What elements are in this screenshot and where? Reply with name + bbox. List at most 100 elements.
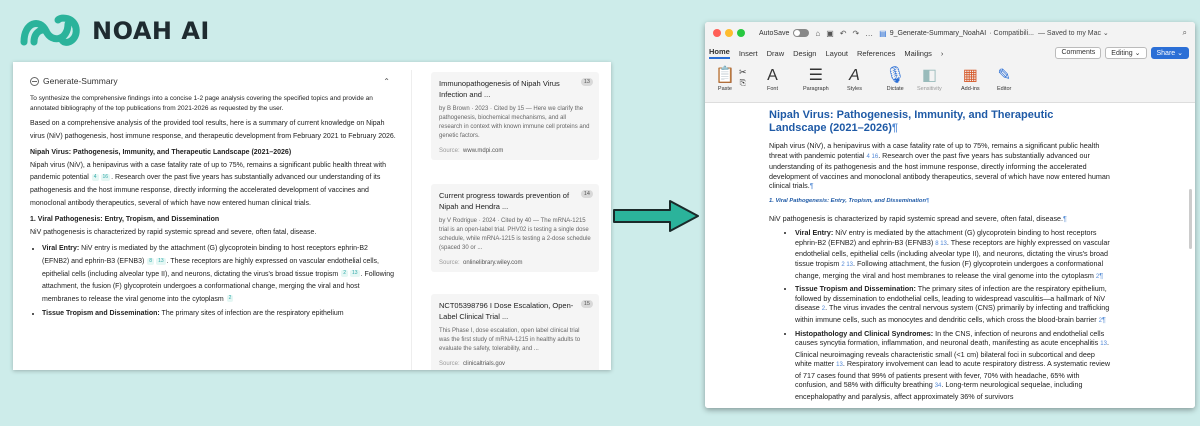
tab-draw[interactable]: Draw: [767, 49, 785, 58]
copy-icon: ⎘: [739, 78, 746, 87]
list-item: Viral Entry: NiV entry is mediated by th…: [42, 243, 396, 306]
add-ins-button[interactable]: ▦ Add-ins: [961, 66, 980, 92]
generate-summary-section: Generate-Summary ⌃ To synthesize the com…: [13, 62, 411, 370]
font-button[interactable]: A Font: [767, 66, 778, 92]
more-icon[interactable]: …: [865, 29, 873, 38]
paragraph-button[interactable]: ☰ Paragraph: [803, 66, 829, 92]
document-scrollbar[interactable]: [1189, 189, 1192, 249]
editor-button[interactable]: ✎ Editor: [997, 66, 1011, 92]
doc-heading-2: 1. Viral Pathogenesis: Entry, Tropism, a…: [769, 197, 930, 204]
brand-name: NOAH AI: [92, 17, 210, 45]
tab-design[interactable]: Design: [793, 49, 816, 58]
editing-button[interactable]: Editing ⌄: [1105, 47, 1147, 59]
home-icon[interactable]: ⌂: [815, 29, 820, 38]
doc-paragraph: NiV pathogenesis is characterized by rap…: [769, 213, 1067, 223]
collapse-circle-icon: [30, 76, 39, 86]
grid-icon: ▦: [962, 67, 978, 84]
source-domain: Source: www.mdpi.com: [439, 148, 504, 154]
generate-summary-header[interactable]: Generate-Summary ⌃: [30, 76, 390, 86]
source-meta: This Phase I, dose escalation, open labe…: [439, 328, 581, 352]
source-card[interactable]: NCT05398796 I Dose Escalation, Open-Labe…: [431, 294, 599, 370]
sensitivity-button[interactable]: ◧ Sensitivity: [917, 66, 942, 92]
summary-body: To synthesize the comprehensive findings…: [30, 94, 396, 323]
doc-title: Nipah Virus: Pathogenesis, Immunity, and…: [769, 109, 1054, 134]
microphone-icon: 🎙: [885, 67, 906, 84]
chevron-up-icon[interactable]: ⌃: [383, 77, 390, 86]
search-icon[interactable]: ⌕: [1183, 28, 1187, 38]
save-icon[interactable]: ▣: [826, 29, 834, 38]
ribbon-actions: Comments Editing ⌄ Share ⌄: [1055, 47, 1189, 59]
autosave-label: AutoSave: [759, 29, 790, 37]
source-domain: Source: onlinelibrary.wiley.com: [439, 260, 523, 266]
generate-summary-title: Generate-Summary: [43, 76, 118, 86]
comments-button[interactable]: Comments: [1055, 47, 1102, 59]
source-meta: by V Rodrigue · 2024 · Cited by 40 — The…: [439, 218, 591, 251]
paragraph-icon: ☰: [808, 67, 824, 84]
styles-button[interactable]: A Styles: [847, 66, 862, 92]
tab-mailings[interactable]: Mailings: [904, 49, 932, 58]
document-icon: ▤: [879, 28, 887, 38]
source-meta: by B Brown · 2023 · Cited by 15 — Here w…: [439, 106, 590, 139]
source-number-badge: 14: [580, 190, 593, 198]
citation-chip[interactable]: 13: [350, 270, 360, 278]
dictate-button[interactable]: 🎙 Dictate: [885, 66, 905, 92]
list-item: Viral Entry: NiV entry is mediated by th…: [795, 228, 1111, 282]
source-title: NCT05398796 I Dose Escalation, Open-Labe…: [439, 301, 574, 321]
tab-insert[interactable]: Insert: [739, 49, 758, 58]
saved-status[interactable]: — Saved to my Mac ⌄: [1038, 29, 1109, 37]
source-card[interactable]: Immunopathogenesis of Nipah Virus Infect…: [431, 72, 599, 160]
source-title: Current progress towards prevention of N…: [439, 191, 570, 211]
intro-text: To synthesize the comprehensive findings…: [30, 95, 373, 112]
paste-button[interactable]: 📋 Paste: [715, 66, 735, 92]
panel-divider: [411, 70, 412, 370]
bullet-list: Viral Entry: NiV entry is mediated by th…: [30, 243, 396, 321]
section-paragraph: Nipah virus (NiV), a henipavirus with a …: [30, 161, 387, 207]
tab-layout[interactable]: Layout: [825, 49, 848, 58]
font-icon: A: [767, 67, 778, 84]
citation-chip[interactable]: 16: [100, 174, 111, 182]
ribbon-tabs: Home Insert Draw Design Layout Reference…: [705, 44, 1195, 62]
autosave-toggle[interactable]: [793, 29, 810, 37]
close-window-button[interactable]: [713, 29, 721, 37]
summary-text: Based on a comprehensive analysis of the…: [30, 120, 396, 140]
compat-label: · Compatibili...: [989, 29, 1034, 37]
share-button[interactable]: Share ⌄: [1150, 47, 1189, 59]
doc-paragraph: Nipah virus (NiV), a henipavirus with a …: [769, 141, 1110, 191]
citation-chip[interactable]: 4: [91, 174, 99, 182]
arrow-right-icon: [613, 200, 699, 232]
citation-chip[interactable]: 8: [147, 257, 155, 265]
subsection-text: NiV pathogenesis is characterized by rap…: [30, 228, 317, 236]
word-window: AutoSave ⌂ ▣ ↶ ↷ … ▤ 9_Generate-Summary_…: [705, 22, 1195, 408]
list-item: Tissue Tropism and Dissemination: The pr…: [795, 284, 1111, 326]
ribbon-toolbar: 📋 Paste ✂ ⎘ A Font ☰ Paragraph A Styles 🎙 Dict…: [705, 62, 1195, 103]
doc-bullet-list: Viral Entry: NiV entry is mediated by th…: [769, 228, 1111, 402]
list-item: Histopathology and Clinical Syndromes: I…: [795, 329, 1111, 402]
citation-chip[interactable]: 2: [226, 295, 234, 303]
redo-icon[interactable]: ↷: [852, 29, 859, 38]
noah-summary-panel: Generate-Summary ⌃ To synthesize the com…: [13, 62, 611, 370]
noah-logo-icon: [20, 14, 80, 46]
source-title: Immunopathogenesis of Nipah Virus Infect…: [439, 79, 560, 99]
minimize-window-button[interactable]: [725, 29, 733, 37]
editor-pen-icon: ✎: [997, 67, 1011, 84]
document-canvas[interactable]: Nipah Virus: Pathogenesis, Immunity, and…: [705, 103, 1195, 408]
tab-home[interactable]: Home: [709, 47, 730, 59]
list-item: Tissue Tropism and Dissemination: The pr…: [42, 308, 396, 321]
tab-references[interactable]: References: [857, 49, 895, 58]
styles-icon: A: [849, 67, 860, 84]
source-number-badge: 13: [580, 78, 593, 86]
undo-icon[interactable]: ↶: [840, 29, 847, 38]
citation-chip[interactable]: 2: [341, 270, 349, 278]
tab-more[interactable]: ›: [941, 49, 944, 58]
citation-chip[interactable]: 13: [156, 257, 166, 265]
clipboard-icon: 📋: [715, 67, 735, 84]
source-number-badge: 15: [580, 300, 593, 308]
section-heading: Nipah Virus: Pathogenesis, Immunity, and…: [30, 149, 292, 157]
word-titlebar: AutoSave ⌂ ▣ ↶ ↷ … ▤ 9_Generate-Summary_…: [705, 22, 1195, 44]
file-name: 9_Generate-Summary_NoahAI: [889, 29, 987, 37]
source-domain: Source: clinicaltrials.gov: [439, 361, 506, 367]
cut-copy-icons[interactable]: ✂ ⎘: [739, 66, 747, 88]
sensitivity-icon: ◧: [921, 67, 937, 84]
zoom-window-button[interactable]: [737, 29, 745, 37]
source-card[interactable]: Current progress towards prevention of N…: [431, 184, 599, 272]
